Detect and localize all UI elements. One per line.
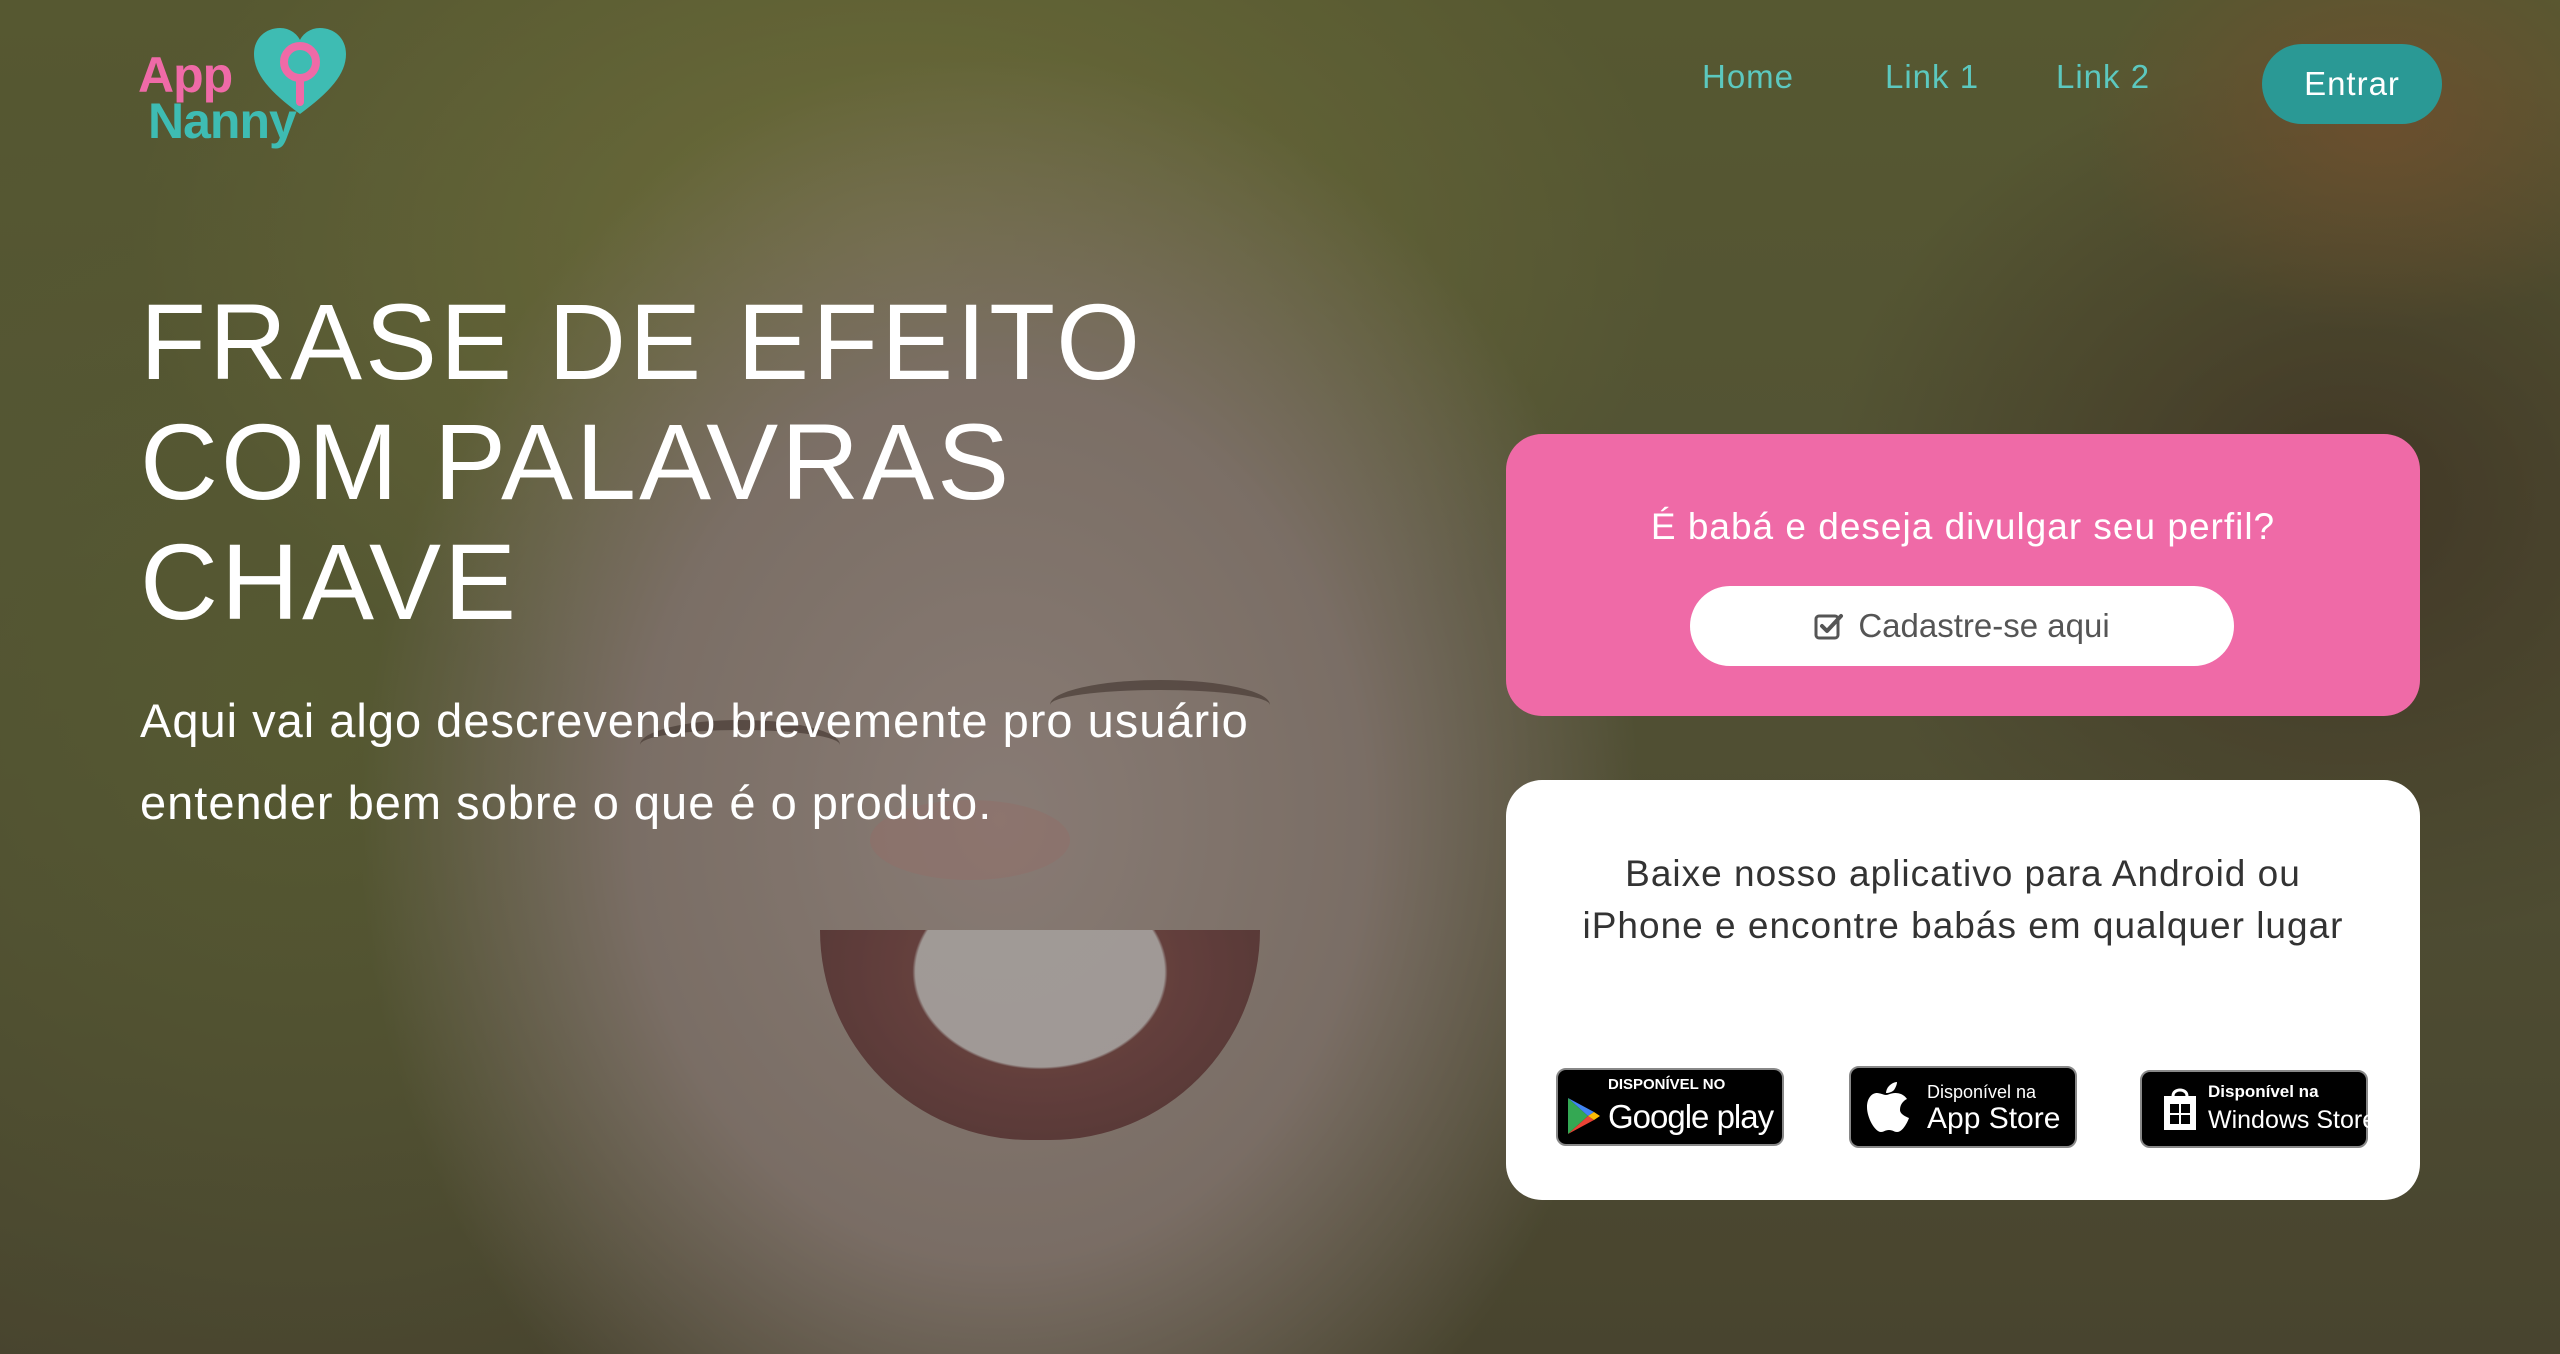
google-play-badge[interactable]: DISPONÍVEL NO Google play <box>1556 1068 1784 1146</box>
hero-title-line: FRASE DE EFEITO <box>140 281 1144 402</box>
nanny-question: É babá e deseja divulgar seu perfil? <box>1650 506 2276 547</box>
windows-store-badge-small: Disponível na <box>2208 1082 2319 1101</box>
check-square-icon <box>1814 614 1844 640</box>
nanny-signup-card: É babá e deseja divulgar seu perfil? Cad… <box>1506 434 2420 716</box>
app-store-badge-small: Disponível na <box>1927 1082 2037 1102</box>
hero-title-line: CHAVE <box>140 521 520 642</box>
nav-link-2[interactable]: Link 2 <box>2056 58 2150 96</box>
decorative-shape <box>820 930 1260 1140</box>
download-app-description: Baixe nosso aplicativo para Android ou i… <box>1582 853 2344 946</box>
google-play-icon <box>1568 1098 1600 1134</box>
app-store-badge[interactable]: Disponível na App Store <box>1849 1066 2077 1148</box>
google-play-badge-small: DISPONÍVEL NO <box>1608 1076 1726 1093</box>
login-button[interactable]: Entrar <box>2262 44 2442 124</box>
windows-store-badge-big: Windows Store <box>2208 1106 2377 1134</box>
signup-button[interactable]: Cadastre-se aqui <box>1690 586 2234 666</box>
app-nanny-logo[interactable]: App Nanny <box>138 22 348 152</box>
nav-link-home[interactable]: Home <box>1702 58 1794 96</box>
apple-icon <box>1867 1082 1909 1132</box>
app-store-badge-big: App Store <box>1927 1102 2061 1135</box>
windows-store-badge[interactable]: Disponível na Windows Store <box>2140 1070 2376 1148</box>
hero-subtitle: Aqui vai algo descrevendo brevemente pro… <box>140 694 1249 829</box>
hero-title-line: COM PALAVRAS <box>140 401 1013 522</box>
nav-link-1[interactable]: Link 1 <box>1885 58 1979 96</box>
signup-button-label: Cadastre-se aqui <box>1858 607 2110 644</box>
logo-text-nanny: Nanny <box>148 93 297 149</box>
hero-title: FRASE DE EFEITO COM PALAVRAS CHAVE <box>140 282 1440 642</box>
download-app-card: Baixe nosso aplicativo para Android ou i… <box>1506 780 2420 1200</box>
windows-store-icon <box>2164 1088 2196 1130</box>
google-play-badge-big: Google play <box>1608 1098 1774 1135</box>
